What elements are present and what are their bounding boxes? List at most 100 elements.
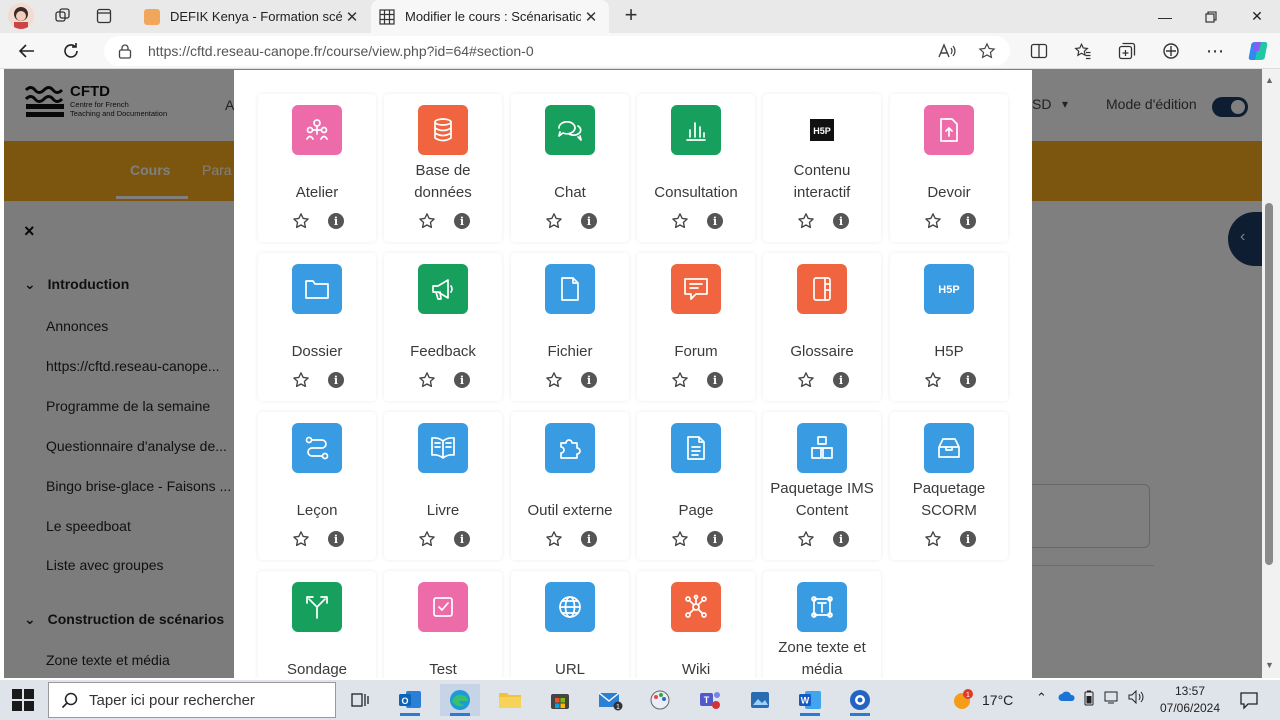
activity-name[interactable]: Livre — [384, 476, 502, 522]
taskbar-clock[interactable]: 13:57 07/06/2024 — [1150, 683, 1230, 717]
activity-name[interactable]: Leçon — [258, 476, 376, 522]
activity-name[interactable]: Glossaire — [763, 317, 881, 363]
workshop-icon[interactable] — [292, 105, 342, 155]
star-favorite-icon[interactable] — [292, 212, 310, 230]
star-favorite-icon[interactable] — [797, 212, 815, 230]
star-favorite-icon[interactable] — [545, 530, 563, 548]
activity-card-feedback[interactable]: Feedback i — [384, 253, 502, 401]
volume-icon[interactable] — [1128, 689, 1146, 707]
outlook-icon[interactable]: O — [390, 684, 430, 716]
tab-close-icon[interactable]: ✕ — [342, 8, 362, 26]
task-view-icon[interactable] — [340, 684, 380, 716]
ims-package-icon[interactable] — [797, 423, 847, 473]
tab-defik[interactable]: DEFIK Kenya - Formation scénari ✕ — [136, 0, 370, 33]
info-icon[interactable]: i — [707, 213, 723, 229]
activity-name[interactable]: Page — [637, 476, 755, 522]
star-favorite-icon[interactable] — [418, 371, 436, 389]
glossary-icon[interactable] — [797, 264, 847, 314]
copilot-icon[interactable] — [1245, 39, 1271, 63]
activity-name[interactable]: Atelier — [258, 158, 376, 204]
microsoft-store-icon[interactable] — [540, 684, 580, 716]
star-favorite-icon[interactable] — [292, 530, 310, 548]
star-favorite-icon[interactable] — [545, 371, 563, 389]
activity-name[interactable]: Fichier — [511, 317, 629, 363]
activity-name[interactable]: Paquetage IMS Content — [763, 476, 881, 522]
info-icon[interactable]: i — [454, 372, 470, 388]
taskbar-search[interactable]: Taper ici pour rechercher — [48, 682, 336, 718]
database-icon[interactable] — [418, 105, 468, 155]
info-icon[interactable]: i — [960, 213, 976, 229]
info-icon[interactable]: i — [581, 213, 597, 229]
activity-card-sondage[interactable]: Sondagei — [258, 571, 376, 678]
windows-start-icon[interactable] — [12, 689, 34, 711]
activity-name[interactable]: Sondage — [258, 635, 376, 678]
star-favorite-icon[interactable] — [797, 371, 815, 389]
lock-icon[interactable] — [118, 43, 132, 62]
restore-icon[interactable] — [1188, 0, 1234, 33]
activity-card-paquetage-ims-content[interactable]: Paquetage IMS Content i — [763, 412, 881, 560]
notification-center-icon[interactable] — [1238, 689, 1260, 711]
refresh-icon[interactable] — [58, 39, 84, 63]
activity-card-wiki[interactable]: Wikii — [637, 571, 755, 678]
star-favorite-icon[interactable] — [418, 530, 436, 548]
info-icon[interactable]: i — [328, 213, 344, 229]
scroll-up-icon[interactable]: ▲ — [1265, 75, 1274, 85]
activity-name[interactable]: Paquetage SCORM — [890, 476, 1008, 522]
info-icon[interactable]: i — [581, 531, 597, 547]
folder-icon[interactable] — [292, 264, 342, 314]
scroll-down-icon[interactable]: ▼ — [1265, 660, 1274, 670]
star-favorite-icon[interactable] — [671, 371, 689, 389]
activity-name[interactable]: Wiki — [637, 635, 755, 678]
screen-recorder-icon[interactable] — [840, 684, 880, 716]
workspaces-icon[interactable] — [50, 4, 76, 28]
info-icon[interactable]: i — [707, 531, 723, 547]
info-icon[interactable]: i — [707, 372, 723, 388]
edge-icon[interactable] — [440, 684, 480, 716]
activity-card-lecon[interactable]: Leçon i — [258, 412, 376, 560]
network-icon[interactable] — [1104, 690, 1120, 707]
activity-card-chat[interactable]: Chat i — [511, 94, 629, 242]
paint-icon[interactable] — [640, 684, 680, 716]
chevron-up-icon[interactable]: ⌃ — [1036, 690, 1047, 706]
activity-card-forum[interactable]: Forum i — [637, 253, 755, 401]
info-icon[interactable]: i — [833, 213, 849, 229]
activity-name[interactable]: Outil externe — [511, 476, 629, 522]
info-icon[interactable]: i — [833, 372, 849, 388]
split-screen-icon[interactable] — [1026, 39, 1052, 63]
activity-name[interactable]: Forum — [637, 317, 755, 363]
activity-card-dossier[interactable]: Dossier i — [258, 253, 376, 401]
extension-icon[interactable] — [1158, 39, 1184, 63]
activity-card-glossaire[interactable]: Glossaire i — [763, 253, 881, 401]
more-menu-icon[interactable]: ⋯ — [1202, 39, 1228, 63]
close-window-icon[interactable]: ✕ — [1234, 0, 1280, 33]
activity-card-test[interactable]: Testi — [384, 571, 502, 678]
info-icon[interactable]: i — [960, 531, 976, 547]
minimize-icon[interactable]: — — [1142, 0, 1188, 33]
activity-name[interactable]: Dossier — [258, 317, 376, 363]
new-tab-icon[interactable]: + — [618, 4, 644, 28]
choice-icon[interactable] — [292, 582, 342, 632]
scorm-package-icon[interactable] — [924, 423, 974, 473]
star-favorite-icon[interactable] — [924, 212, 942, 230]
megaphone-icon[interactable] — [418, 264, 468, 314]
globe-icon[interactable] — [545, 582, 595, 632]
book-icon[interactable] — [418, 423, 468, 473]
star-favorite-icon[interactable] — [292, 371, 310, 389]
page-icon[interactable] — [671, 423, 721, 473]
forum-icon[interactable] — [671, 264, 721, 314]
wiki-icon[interactable] — [671, 582, 721, 632]
teams-icon[interactable]: T — [690, 684, 730, 716]
star-favorite-icon[interactable] — [545, 212, 563, 230]
activity-card-paquetage-scorm[interactable]: Paquetage SCORM i — [890, 412, 1008, 560]
star-favorite-icon[interactable] — [797, 530, 815, 548]
lesson-icon[interactable] — [292, 423, 342, 473]
activity-name[interactable]: Chat — [511, 158, 629, 204]
star-favorite-icon[interactable] — [671, 212, 689, 230]
activity-card-devoir[interactable]: Devoir i — [890, 94, 1008, 242]
info-icon[interactable]: i — [960, 372, 976, 388]
file-explorer-icon[interactable] — [490, 684, 530, 716]
info-icon[interactable]: i — [581, 372, 597, 388]
word-icon[interactable]: W — [790, 684, 830, 716]
activity-name[interactable]: H5P — [890, 317, 1008, 363]
activity-card-contenu-interactif[interactable]: H5P Contenu interactif i — [763, 94, 881, 242]
